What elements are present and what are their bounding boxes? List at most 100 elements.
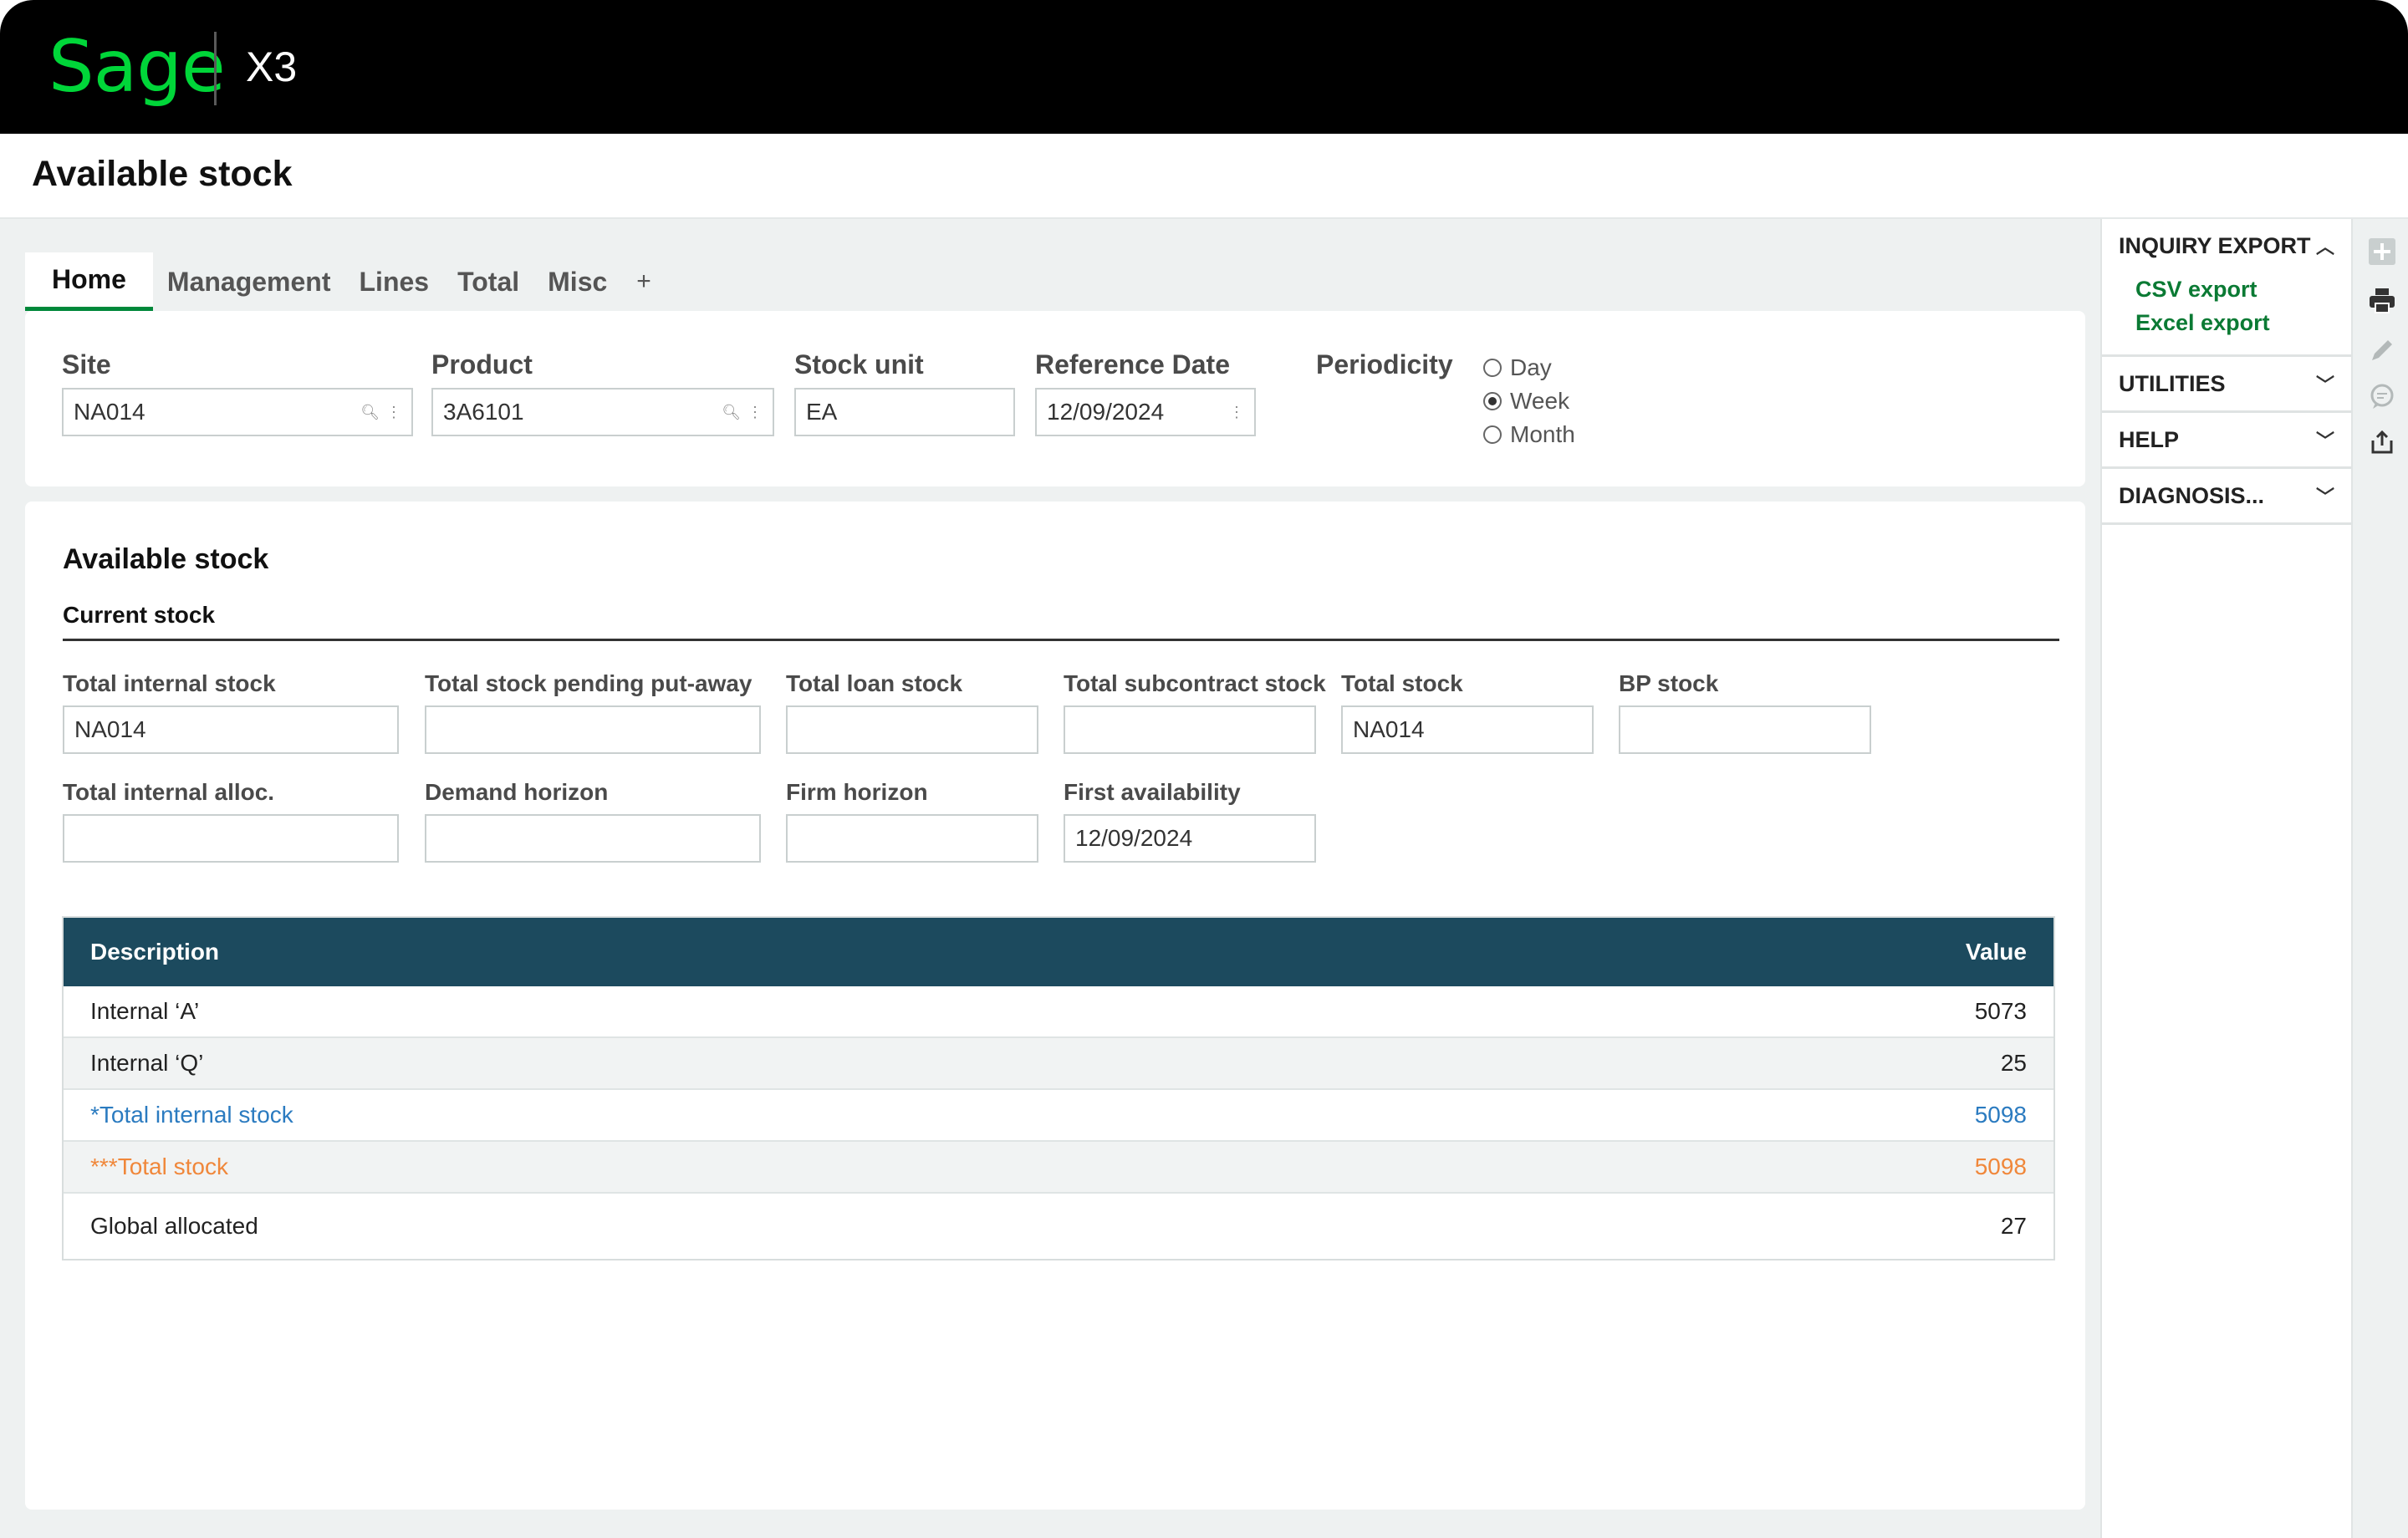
sage-logo[interactable]: Sage: [48, 25, 226, 109]
app-frame: Sage X3 Available stock Home Management …: [0, 0, 2408, 1538]
total-subcontract-stock-field[interactable]: [1064, 705, 1316, 754]
chevron-down-icon[interactable]: ﹀: [2316, 482, 2334, 509]
tab-total[interactable]: Total: [443, 252, 533, 311]
diagnosis-section: DIAGNOSIS... ﹀: [2102, 469, 2351, 525]
first-availability-field[interactable]: 12/09/2024: [1064, 814, 1316, 863]
bp-stock-field[interactable]: [1619, 705, 1871, 754]
pencil-icon[interactable]: [2368, 336, 2396, 364]
total-loan-stock-label: Total loan stock: [786, 670, 963, 696]
inquiry-export-title: INQUIRY EXPORT: [2119, 232, 2311, 258]
product-name: X3: [246, 43, 298, 90]
total-pending-putaway-field[interactable]: [425, 705, 761, 754]
total-internal-alloc-field[interactable]: [63, 814, 399, 863]
site-field[interactable]: NA014 🔍︎ ⋮: [62, 388, 413, 436]
main-area: Home Management Lines Total Misc + Site …: [0, 219, 2100, 1538]
table-row[interactable]: *Total internal stock 5098: [64, 1090, 2053, 1142]
row-value: 5073: [1974, 998, 2027, 1024]
chevron-up-icon[interactable]: ︿: [2316, 232, 2334, 259]
row-value: 25: [2000, 1050, 2027, 1076]
more-options-icon[interactable]: ⋮: [386, 404, 401, 421]
reference-date-field[interactable]: 12/09/2024 ⋮: [1035, 388, 1256, 436]
chevron-down-icon[interactable]: ﹀: [2316, 370, 2334, 397]
tab-management[interactable]: Management: [153, 252, 345, 311]
radio-week-circle[interactable]: [1483, 392, 1502, 410]
total-internal-stock-field[interactable]: NA014: [63, 705, 399, 754]
site-label: Site: [62, 349, 111, 379]
row-description: Internal ‘A’: [90, 998, 200, 1024]
tab-bar: Home Management Lines Total Misc +: [25, 252, 666, 311]
table-header: Description Value: [64, 918, 2053, 986]
print-icon[interactable]: [2368, 286, 2396, 314]
radio-month-circle[interactable]: [1483, 425, 1502, 444]
total-internal-stock-label: Total internal stock: [63, 670, 276, 696]
comment-icon[interactable]: [2368, 383, 2396, 411]
tab-misc[interactable]: Misc: [533, 252, 621, 311]
tab-home[interactable]: Home: [25, 252, 153, 311]
row-value: 27: [2000, 1213, 2027, 1239]
more-options-icon[interactable]: ⋮: [747, 404, 763, 421]
stock-table: Description Value Internal ‘A’ 5073 Inte…: [62, 916, 2055, 1260]
column-header-value[interactable]: Value: [1966, 939, 2027, 965]
search-icon[interactable]: 🔍︎: [722, 404, 741, 421]
diagnosis-header[interactable]: DIAGNOSIS... ﹀: [2119, 469, 2334, 522]
help-title: HELP: [2119, 426, 2180, 452]
utilities-title: UTILITIES: [2119, 370, 2226, 396]
table-row[interactable]: Internal ‘Q’ 25: [64, 1038, 2053, 1090]
utilities-header[interactable]: UTILITIES ﹀: [2119, 357, 2334, 410]
total-pending-putaway-label: Total stock pending put-away: [425, 670, 752, 696]
plus-icon[interactable]: [2368, 237, 2396, 266]
tool-strip: [2354, 219, 2408, 1538]
excel-export-link[interactable]: Excel export: [2135, 306, 2334, 339]
radio-day[interactable]: Day: [1483, 354, 1552, 381]
product-field[interactable]: 3A6101 🔍︎ ⋮: [431, 388, 774, 436]
reference-date-label: Reference Date: [1035, 349, 1230, 379]
firm-horizon-label: Firm horizon: [786, 779, 928, 805]
search-icon[interactable]: 🔍︎: [360, 404, 380, 421]
radio-week-label: Week: [1510, 388, 1570, 414]
radio-day-label: Day: [1510, 354, 1552, 380]
stock-unit-label: Stock unit: [794, 349, 924, 379]
site-value: NA014: [74, 399, 145, 425]
total-loan-stock-field[interactable]: [786, 705, 1038, 754]
section-title: Available stock: [63, 543, 269, 575]
row-value: 5098: [1974, 1154, 2027, 1179]
demand-horizon-field[interactable]: [425, 814, 761, 863]
product-label: Product: [431, 349, 533, 379]
radio-week[interactable]: Week: [1483, 388, 1569, 415]
inquiry-export-header[interactable]: INQUIRY EXPORT ︿: [2119, 219, 2334, 272]
total-internal-alloc-label: Total internal alloc.: [63, 779, 275, 805]
firm-horizon-field[interactable]: [786, 814, 1038, 863]
logo-divider: [214, 32, 217, 105]
stock-unit-field[interactable]: EA: [794, 388, 1015, 436]
column-header-description[interactable]: Description: [90, 939, 219, 965]
section-divider: [63, 639, 2059, 641]
first-availability-label: First availability: [1064, 779, 1241, 805]
demand-horizon-label: Demand horizon: [425, 779, 609, 805]
bp-stock-label: BP stock: [1619, 670, 1719, 696]
top-bar: Sage X3: [0, 0, 2408, 134]
product-value: 3A6101: [443, 399, 524, 425]
radio-month[interactable]: Month: [1483, 421, 1575, 448]
tab-lines[interactable]: Lines: [345, 252, 444, 311]
current-stock-title: Current stock: [63, 602, 216, 628]
share-icon[interactable]: [2368, 428, 2396, 456]
more-options-icon[interactable]: ⋮: [1229, 404, 1244, 421]
help-header[interactable]: HELP ﹀: [2119, 413, 2334, 466]
tab-add-button[interactable]: +: [621, 252, 666, 311]
total-stock-label: Total stock: [1341, 670, 1463, 696]
help-section: HELP ﹀: [2102, 413, 2351, 469]
chevron-down-icon[interactable]: ﹀: [2316, 426, 2334, 453]
table-row[interactable]: Global allocated 27: [64, 1194, 2053, 1259]
title-bar: Available stock: [0, 134, 2408, 219]
diagnosis-title: DIAGNOSIS...: [2119, 482, 2265, 508]
table-row[interactable]: ***Total stock 5098: [64, 1142, 2053, 1194]
utilities-section: UTILITIES ﹀: [2102, 357, 2351, 413]
page-title: Available stock: [32, 154, 293, 194]
inquiry-export-section: INQUIRY EXPORT ︿ CSV export Excel export: [2102, 219, 2351, 357]
total-stock-field[interactable]: NA014: [1341, 705, 1594, 754]
table-row[interactable]: Internal ‘A’ 5073: [64, 986, 2053, 1038]
row-description: *Total internal stock: [90, 1102, 293, 1128]
periodicity-label: Periodicity: [1316, 349, 1453, 379]
radio-day-circle[interactable]: [1483, 359, 1502, 377]
csv-export-link[interactable]: CSV export: [2135, 272, 2334, 306]
